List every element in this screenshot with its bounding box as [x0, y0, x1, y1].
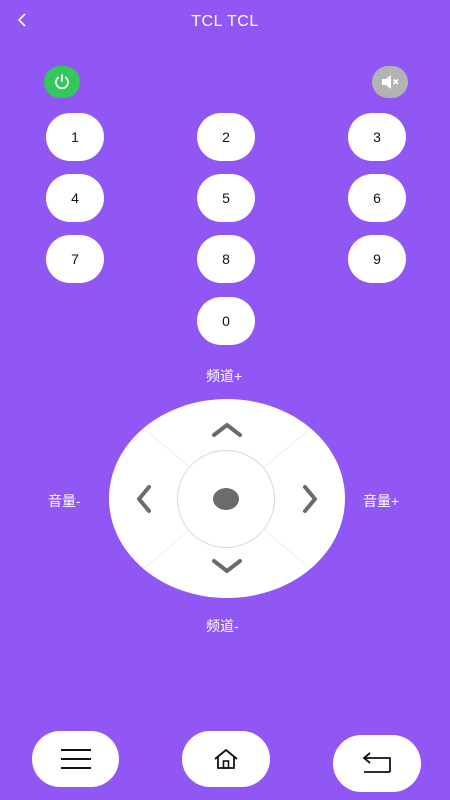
number-button-3[interactable]: 3 — [348, 113, 406, 161]
power-button[interactable] — [44, 66, 80, 98]
chevron-left-icon — [137, 485, 151, 513]
number-button-9[interactable]: 9 — [348, 235, 406, 283]
page-title: TCL TCL — [191, 13, 259, 30]
chevron-down-icon — [212, 559, 242, 573]
number-button-5[interactable]: 5 — [197, 174, 255, 222]
home-button[interactable] — [182, 731, 270, 787]
power-icon — [55, 74, 69, 90]
mute-icon — [382, 75, 399, 89]
down-button[interactable] — [207, 551, 247, 581]
channel-down-label[interactable]: 频道- — [206, 616, 239, 636]
right-button[interactable] — [295, 479, 325, 519]
channel-up-label[interactable]: 频道+ — [206, 366, 242, 386]
volume-up-label[interactable]: 音量+ — [363, 491, 399, 511]
number-button-1[interactable]: 1 — [46, 113, 104, 161]
number-button-4[interactable]: 4 — [46, 174, 104, 222]
number-button-2[interactable]: 2 — [197, 113, 255, 161]
return-icon — [362, 751, 391, 773]
return-button[interactable] — [333, 735, 421, 792]
direction-pad — [109, 399, 345, 598]
volume-down-label[interactable]: 音量- — [48, 491, 81, 511]
number-button-8[interactable]: 8 — [197, 235, 255, 283]
chevron-right-icon — [303, 485, 317, 513]
number-button-7[interactable]: 7 — [46, 235, 104, 283]
menu-button[interactable] — [32, 731, 119, 787]
menu-icon — [60, 749, 91, 769]
number-button-0[interactable]: 0 — [197, 297, 255, 345]
number-button-6[interactable]: 6 — [348, 174, 406, 222]
up-button[interactable] — [207, 415, 247, 445]
home-icon — [214, 749, 238, 769]
ok-button[interactable] — [177, 450, 275, 548]
ok-dot-icon — [213, 488, 239, 510]
chevron-up-icon — [212, 423, 242, 437]
left-button[interactable] — [129, 479, 159, 519]
header: TCL TCL — [0, 0, 450, 44]
mute-button[interactable] — [372, 66, 408, 98]
